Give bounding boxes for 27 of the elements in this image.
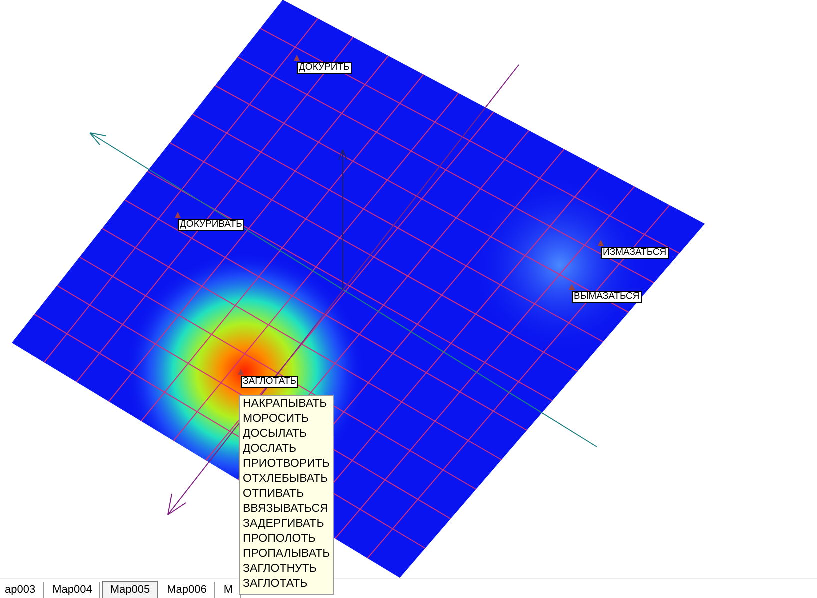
sheet-tab[interactable]: ap003 (0, 582, 44, 598)
sheet-tab[interactable]: Map006 (160, 582, 215, 598)
marker-icon (294, 55, 300, 61)
map-label: ЗАГЛОТАТЬ (241, 376, 298, 388)
map-label: ВЫМАЗАТЬСЯ (572, 291, 642, 303)
map-label: ДОКУРИВАТЬ (178, 219, 244, 231)
tooltip-item: ЗАДЕРГИВАТЬ (243, 517, 326, 532)
tooltip-item: ЗАГЛОТНУТЬ (243, 562, 318, 577)
tooltip-item: ДОСЫЛАТЬ (243, 427, 308, 442)
tooltip-item: ПРОПОЛОТЬ (243, 532, 317, 547)
marker-icon (175, 212, 181, 218)
tooltip-item: ОТПИВАТЬ (243, 487, 306, 502)
marker-icon (238, 369, 244, 375)
tooltip-item: НАКРАПЫВАТЬ (243, 397, 328, 412)
marker-icon (598, 240, 604, 246)
tooltip-item: ВВЯЗЫВАТЬСЯ (243, 502, 330, 517)
tooltip-item: ПРОПАЛЫВАТЬ (243, 547, 330, 562)
tooltip-item: ОТХЛЕБЫВАТЬ (243, 472, 330, 487)
map-label: ДОКУРИТЬ (297, 62, 352, 74)
tooltip-item: МОРОСИТЬ (243, 412, 310, 427)
sheet-tab[interactable]: Map005 (102, 581, 158, 598)
marker-icon (569, 284, 575, 290)
tooltip-item: ЗАГЛОТАТЬ (243, 577, 309, 592)
map-label: ИЗМАЗАТЬСЯ (601, 247, 669, 259)
sheet-tab[interactable]: Map004 (46, 582, 100, 598)
tooltip-item: ПРИОТВОРИТЬ (243, 457, 330, 472)
tooltip-item: ДОСЛАТЬ (243, 442, 298, 457)
